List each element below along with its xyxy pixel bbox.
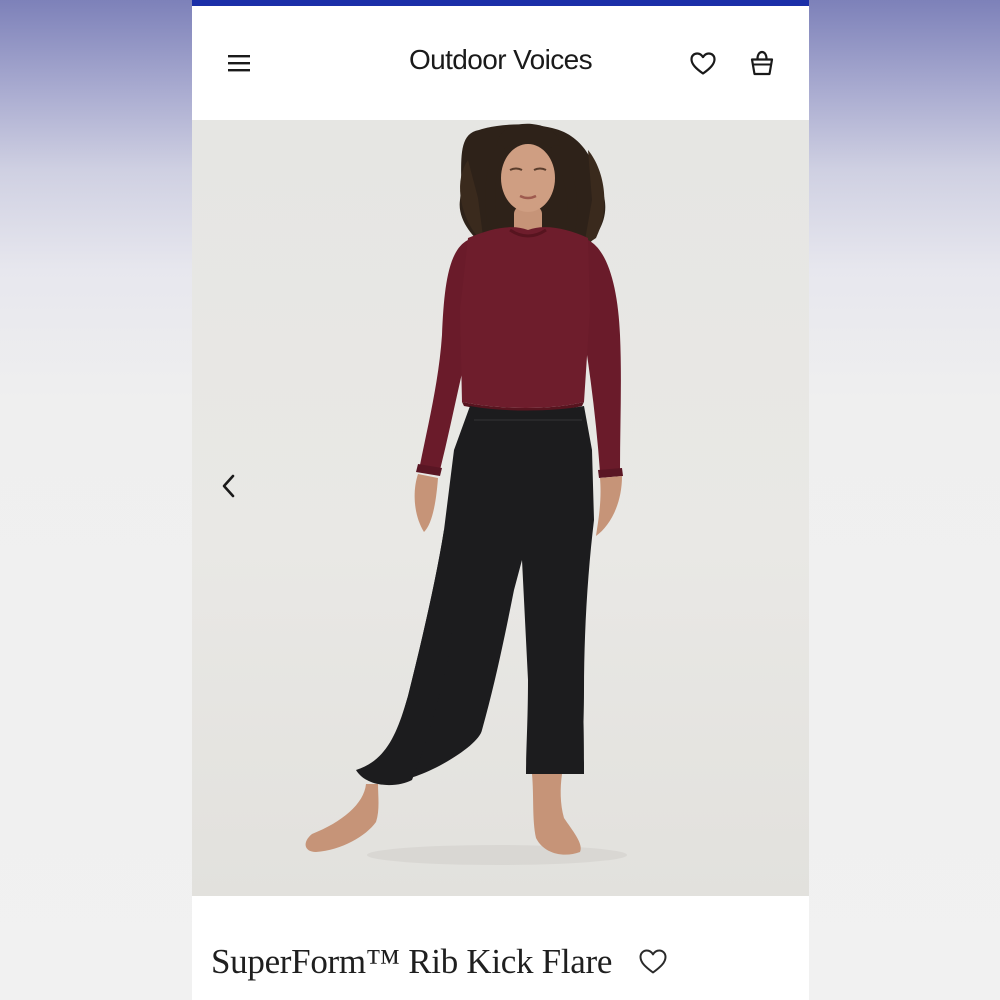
chevron-left-icon: [222, 474, 235, 498]
product-info: SuperForm™ Rib Kick Flare: [192, 896, 809, 1000]
add-to-wishlist-button[interactable]: [637, 946, 669, 976]
previous-image-button[interactable]: [216, 470, 242, 502]
product-page: Outdoor Voices SuperForm™ Rib Kick Flare: [192, 0, 809, 1000]
shopping-bag-icon: [750, 50, 774, 76]
site-header: Outdoor Voices: [192, 6, 809, 120]
product-image-gallery[interactable]: [192, 120, 809, 896]
shopping-bag-button[interactable]: [748, 48, 776, 78]
heart-icon: [690, 52, 716, 75]
product-photo: [305, 123, 627, 865]
heart-outline-icon: [639, 949, 667, 974]
product-title: SuperForm™ Rib Kick Flare: [211, 942, 613, 981]
wishlist-button[interactable]: [688, 49, 718, 77]
